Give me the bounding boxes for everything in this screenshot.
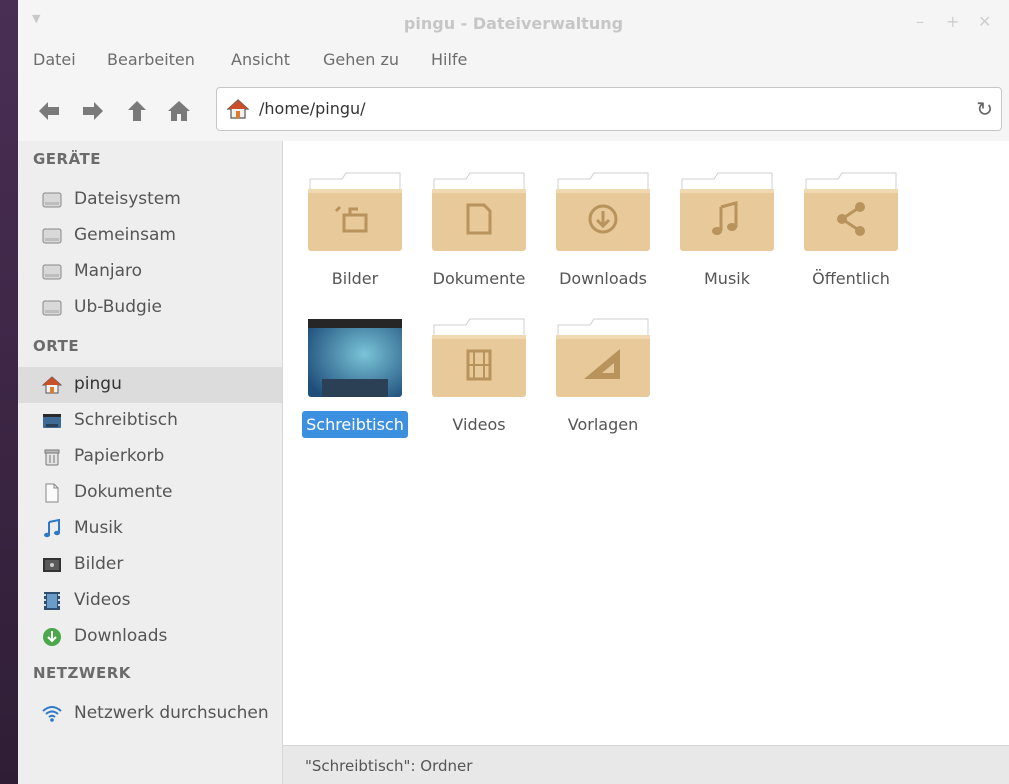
desktop-icon	[43, 414, 61, 428]
sidebar-item-label: Musik	[74, 518, 123, 538]
file-name: Musik	[704, 269, 750, 288]
sidebar: GERÄTE Dateisystem Gemeinsam Manjaro Ub-…	[18, 141, 283, 784]
templates-folder-icon	[556, 318, 650, 397]
sidebar-header-devices: GERÄTE	[33, 150, 102, 168]
arrow-up-icon	[128, 101, 146, 121]
sidebar-item-downloads[interactable]: Downloads	[18, 619, 282, 655]
menu-datei[interactable]: Datei	[33, 50, 76, 69]
menu-ansicht[interactable]: Ansicht	[231, 50, 290, 69]
downloads-folder-icon	[556, 172, 650, 251]
drive-icon	[42, 192, 62, 208]
up-button[interactable]	[124, 98, 150, 124]
back-button[interactable]	[36, 98, 62, 124]
home-icon	[227, 99, 249, 119]
file-item-oeffentlich[interactable]: Öffentlich	[791, 161, 911, 291]
sidebar-item-label: Gemeinsam	[74, 225, 176, 245]
documents-folder-icon	[432, 172, 526, 251]
status-bar: "Schreibtisch": Ordner	[283, 745, 1009, 784]
file-name: Schreibtisch	[295, 411, 415, 438]
file-name: Downloads	[559, 269, 647, 288]
file-item-vorlagen[interactable]: Vorlagen	[543, 307, 663, 437]
home-button[interactable]	[166, 98, 192, 124]
file-name: Bilder	[331, 269, 379, 288]
file-item-schreibtisch[interactable]: Schreibtisch	[295, 307, 415, 438]
file-item-bilder[interactable]: Bilder	[295, 161, 415, 291]
drive-icon	[42, 264, 62, 280]
sidebar-item-label: Manjaro	[74, 261, 143, 281]
title-bar: ▼ pingu - Dateiverwaltung – + ✕	[18, 0, 1009, 46]
music-icon	[44, 519, 60, 538]
sidebar-item-videos[interactable]: Videos	[18, 583, 282, 619]
drive-icon	[42, 228, 62, 244]
sidebar-item-schreibtisch[interactable]: Schreibtisch	[18, 403, 282, 439]
menu-bearbeiten[interactable]: Bearbeiten	[107, 50, 195, 69]
window-title: pingu - Dateiverwaltung	[403, 14, 624, 33]
arrow-left-icon	[39, 102, 59, 120]
reload-icon[interactable]: ↻	[976, 97, 993, 121]
pictures-icon	[43, 558, 61, 572]
wifi-icon	[42, 706, 62, 722]
download-icon	[43, 628, 61, 646]
public-folder-icon	[804, 172, 898, 251]
drive-icon	[42, 300, 62, 316]
file-name: Vorlagen	[567, 415, 639, 434]
menu-hilfe[interactable]: Hilfe	[431, 50, 467, 69]
forward-button[interactable]	[80, 98, 106, 124]
sidebar-item-label: pingu	[74, 374, 122, 394]
home-icon	[42, 376, 62, 394]
arrow-right-icon	[83, 102, 103, 120]
file-name: Öffentlich	[812, 269, 890, 288]
sidebar-item-label: Dokumente	[74, 482, 173, 502]
file-item-musik[interactable]: Musik	[667, 161, 787, 291]
sidebar-item-dateisystem[interactable]: Dateisystem	[18, 182, 282, 218]
maximize-icon[interactable]: +	[946, 12, 959, 31]
file-view: Bilder Dokumente Downloads Musik Öffentl…	[283, 141, 1009, 745]
sidebar-item-gemeinsam[interactable]: Gemeinsam	[18, 218, 282, 254]
sidebar-item-label: Schreibtisch	[74, 410, 178, 430]
sidebar-item-label: Bilder	[74, 554, 124, 574]
file-manager-window: ▼ pingu - Dateiverwaltung – + ✕ Datei Be…	[18, 0, 1009, 784]
status-text: "Schreibtisch": Ordner	[305, 757, 473, 775]
desktop-folder-icon	[308, 319, 402, 397]
file-name: Dokumente	[432, 269, 526, 288]
sidebar-item-dokumente[interactable]: Dokumente	[18, 475, 282, 511]
sidebar-item-bilder[interactable]: Bilder	[18, 547, 282, 583]
sidebar-item-netzwerk-durchsuchen[interactable]: Netzwerk durchsuchen	[18, 696, 282, 732]
menu-gehen-zu[interactable]: Gehen zu	[323, 50, 399, 69]
sidebar-item-label: Ub-Budgie	[74, 297, 162, 317]
home-icon	[168, 101, 190, 121]
file-item-videos[interactable]: Videos	[419, 307, 539, 437]
sidebar-header-network: NETZWERK	[33, 664, 131, 682]
location-bar[interactable]: /home/pingu/ ↻	[216, 87, 1002, 131]
close-icon[interactable]: ✕	[978, 12, 991, 31]
sidebar-item-papierkorb[interactable]: Papierkorb	[18, 439, 282, 475]
document-icon	[45, 483, 59, 503]
desktop-background	[0, 0, 18, 784]
file-item-downloads[interactable]: Downloads	[543, 161, 663, 291]
sidebar-item-label: Netzwerk durchsuchen	[74, 703, 269, 723]
file-name: Videos	[452, 415, 506, 434]
minimize-icon[interactable]: –	[916, 12, 924, 31]
trash-icon	[44, 449, 60, 466]
location-path: /home/pingu/	[259, 99, 366, 118]
video-icon	[44, 592, 60, 610]
sidebar-item-pingu[interactable]: pingu	[18, 367, 282, 403]
sidebar-item-label: Papierkorb	[74, 446, 165, 466]
sidebar-item-ub-budgie[interactable]: Ub-Budgie	[18, 290, 282, 326]
file-item-dokumente[interactable]: Dokumente	[419, 161, 539, 291]
sidebar-item-label: Downloads	[74, 626, 168, 646]
sidebar-item-manjaro[interactable]: Manjaro	[18, 254, 282, 290]
menu-bar: Datei Bearbeiten Ansicht Gehen zu Hilfe	[18, 46, 1009, 76]
videos-folder-icon	[432, 318, 526, 397]
sidebar-item-musik[interactable]: Musik	[18, 511, 282, 547]
music-folder-icon	[680, 172, 774, 251]
sidebar-item-label: Videos	[74, 590, 131, 610]
pictures-folder-icon	[308, 172, 402, 251]
sidebar-item-label: Dateisystem	[74, 189, 181, 209]
sidebar-header-places: ORTE	[33, 337, 80, 355]
